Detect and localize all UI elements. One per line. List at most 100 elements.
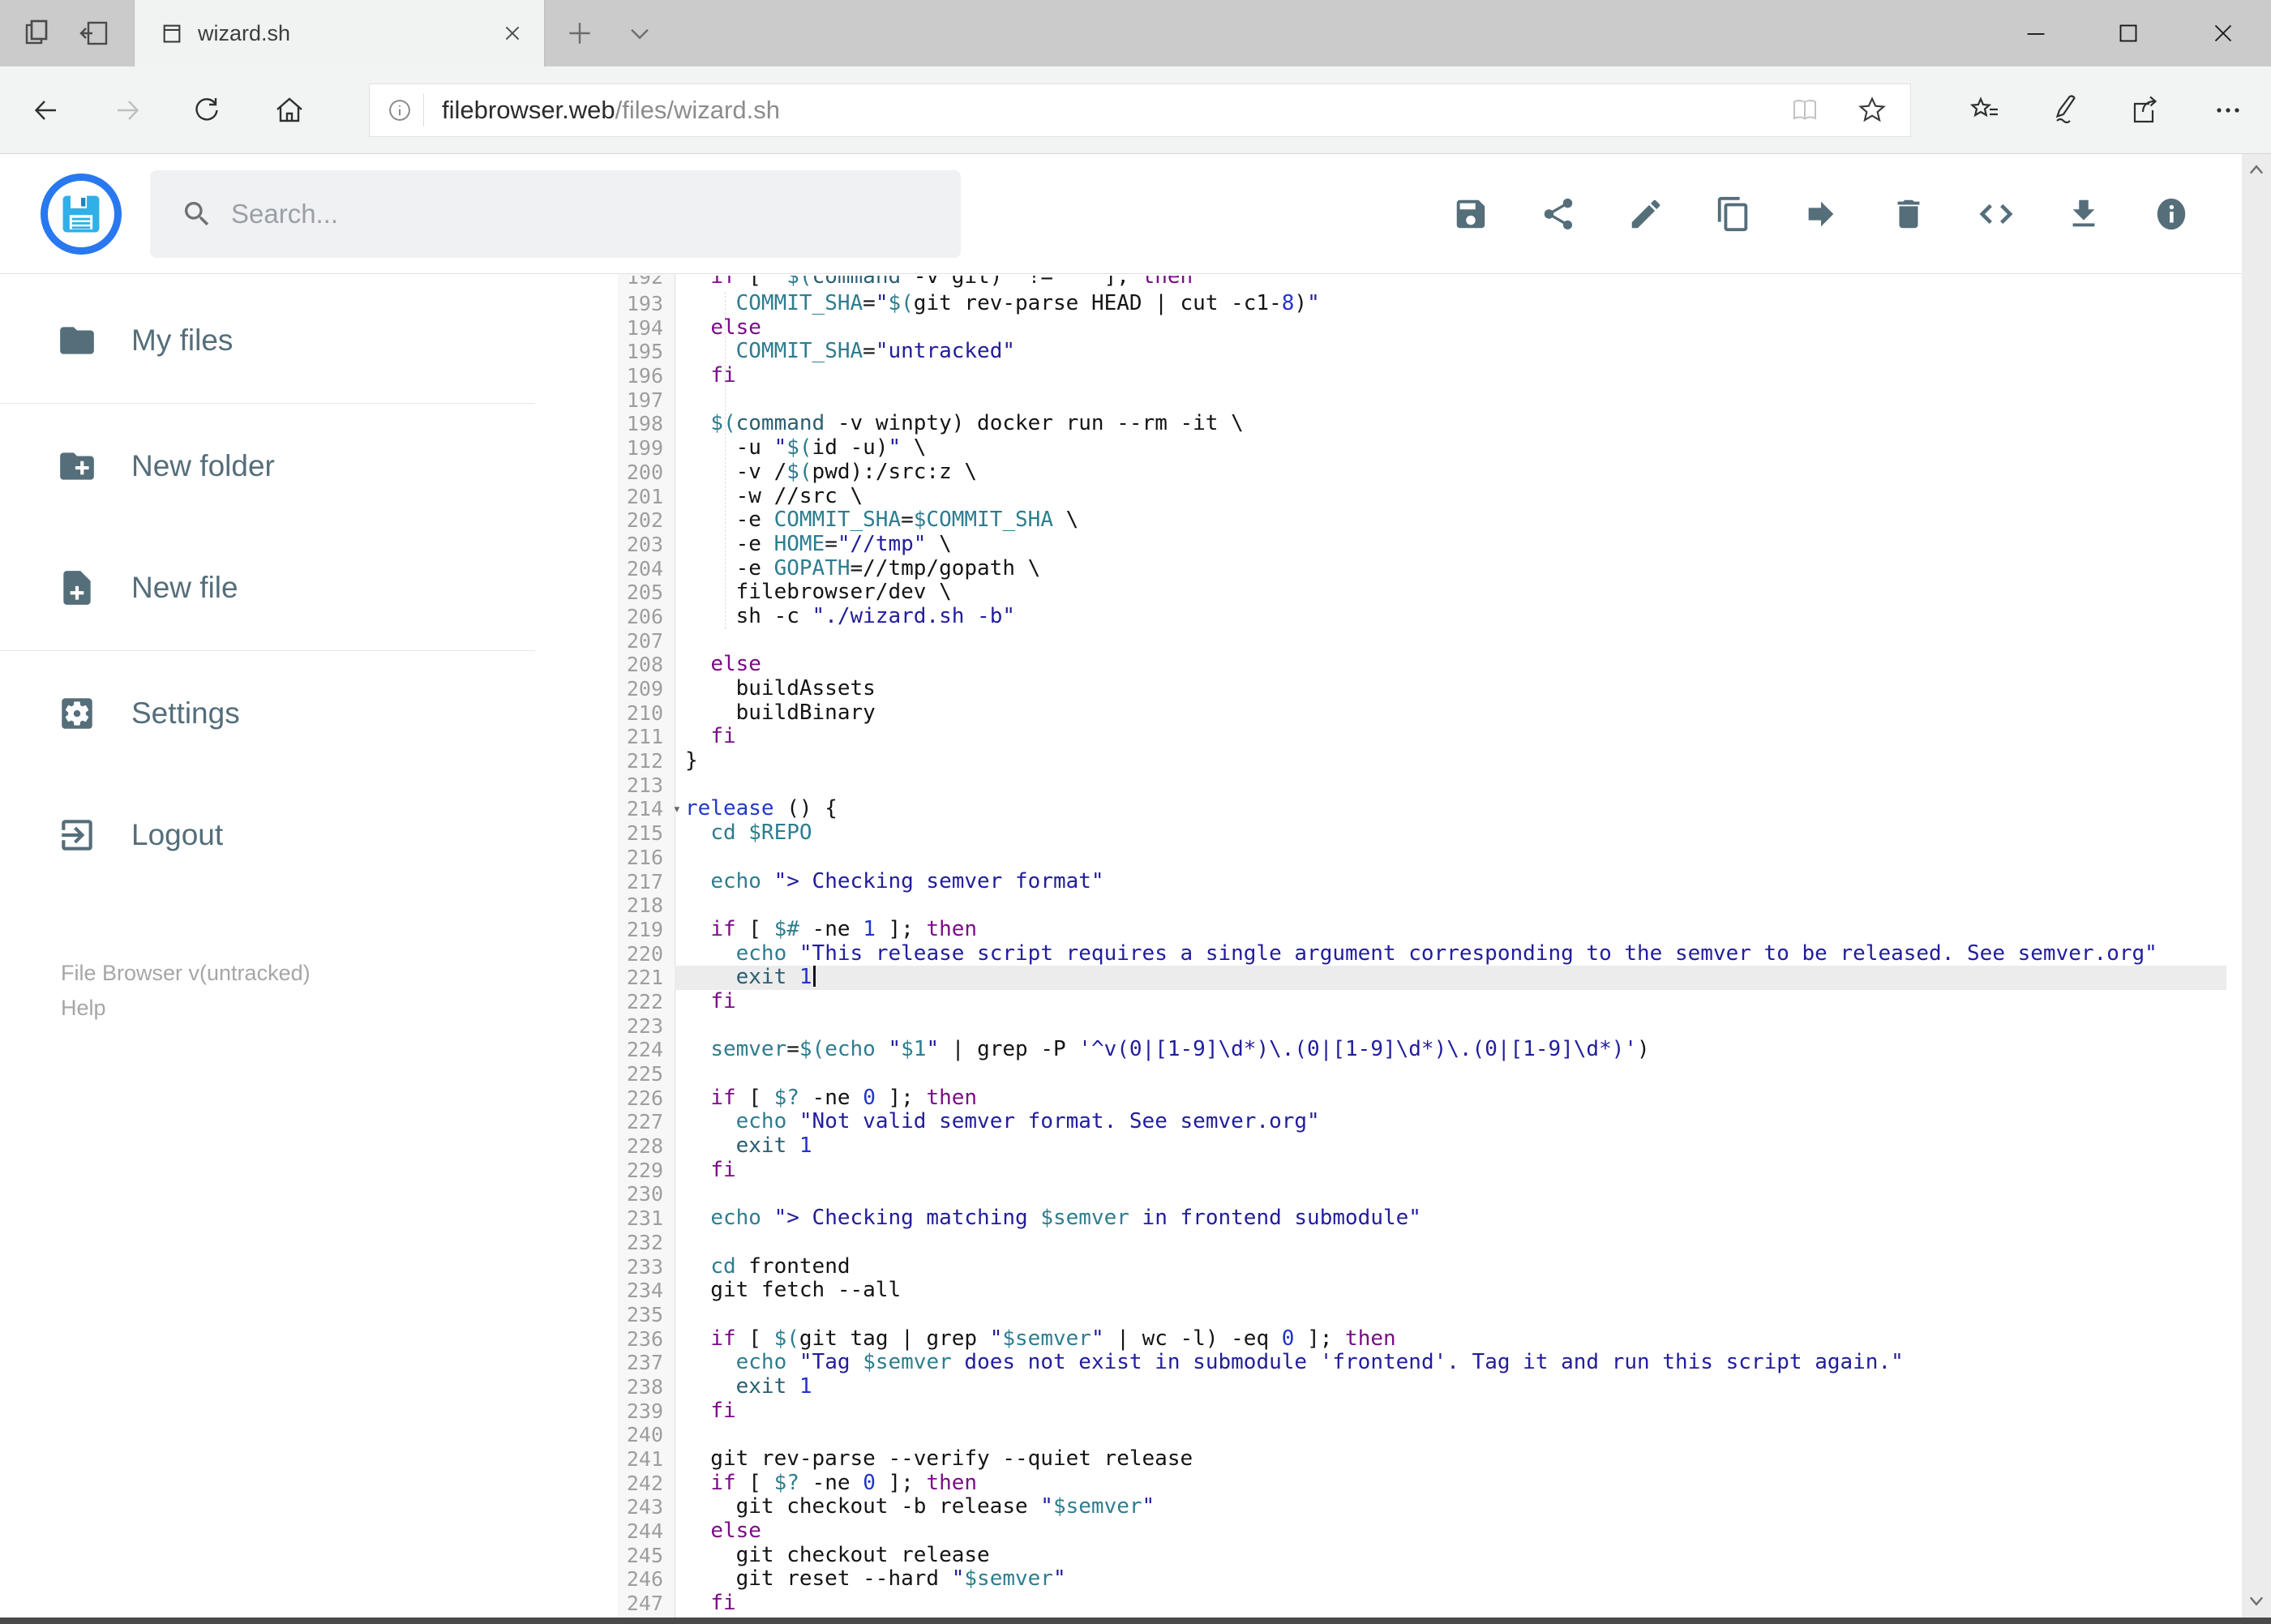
delete-button[interactable] bbox=[1890, 195, 1927, 233]
new-tab-button[interactable] bbox=[561, 15, 598, 52]
share-button[interactable] bbox=[2127, 92, 2162, 128]
code-line[interactable]: 229 fi bbox=[618, 1158, 2226, 1183]
code-line[interactable]: 239 fi bbox=[618, 1399, 2226, 1424]
search-bar[interactable] bbox=[150, 170, 961, 258]
tab-close-icon[interactable] bbox=[502, 23, 523, 44]
code-line[interactable]: 203 -e HOME="//tmp" \ bbox=[618, 532, 2226, 557]
code-line[interactable]: 215 cd $REPO bbox=[618, 821, 2226, 846]
code-line[interactable]: 207 bbox=[618, 629, 2226, 653]
url-text[interactable]: filebrowser.web/files/wizard.sh bbox=[442, 96, 1790, 125]
code-line[interactable]: 194 else bbox=[618, 315, 2226, 341]
code-line[interactable]: 228 exit 1 bbox=[618, 1133, 2226, 1159]
search-input[interactable] bbox=[229, 198, 961, 230]
sidebar-item-new-file[interactable]: New file bbox=[0, 543, 535, 632]
maximize-button[interactable] bbox=[2092, 0, 2165, 66]
code-line[interactable]: 226 if [ $? -ne 0 ]; then bbox=[618, 1086, 2226, 1111]
code-line[interactable]: 230 bbox=[618, 1182, 2226, 1206]
code-line[interactable]: 199 -u "$(id -u)" \ bbox=[618, 435, 2226, 461]
favorite-star-icon[interactable] bbox=[1857, 95, 1888, 126]
code-line[interactable]: 219 if [ $# -ne 1 ]; then bbox=[618, 917, 2226, 942]
code-line[interactable]: 237 echo "Tag $semver does not exist in … bbox=[618, 1350, 2226, 1375]
set-tabs-aside-button[interactable] bbox=[76, 15, 114, 52]
code-line[interactable]: 222 fi bbox=[618, 989, 2226, 1014]
horizontal-scrollbar[interactable] bbox=[0, 1618, 2271, 1624]
vertical-scrollbar[interactable] bbox=[2242, 154, 2271, 1618]
code-line[interactable]: 218 bbox=[618, 893, 2226, 918]
code-line[interactable]: 234 git fetch --all bbox=[618, 1278, 2226, 1303]
sidebar-item-my-files[interactable]: My files bbox=[0, 296, 535, 385]
code-view-button[interactable] bbox=[1977, 195, 2015, 233]
hub-favorites-button[interactable] bbox=[1968, 92, 2003, 128]
code-line[interactable]: 238 exit 1 bbox=[618, 1374, 2226, 1399]
code-line[interactable]: 235 bbox=[618, 1303, 2226, 1327]
code-line[interactable]: 201 -w //src \ bbox=[618, 484, 2226, 509]
move-button[interactable] bbox=[1802, 195, 1840, 233]
forward-button[interactable] bbox=[109, 92, 145, 128]
code-line[interactable]: 211 fi bbox=[618, 725, 2226, 749]
code-line[interactable]: 241 git rev-parse --verify --quiet relea… bbox=[618, 1446, 2226, 1472]
code-line[interactable]: 208 else bbox=[618, 652, 2226, 677]
copy-button[interactable] bbox=[1715, 195, 1752, 233]
code-line[interactable]: 209 buildAssets bbox=[618, 676, 2226, 701]
code-line[interactable]: 202 -e COMMIT_SHA=$COMMIT_SHA \ bbox=[618, 508, 2226, 533]
code-line[interactable]: 246 git reset --hard "$semver" bbox=[618, 1567, 2226, 1592]
more-ellipsis-button[interactable] bbox=[2210, 92, 2246, 128]
share-file-button[interactable] bbox=[1540, 195, 1577, 233]
code-line[interactable]: 213 bbox=[618, 773, 2226, 798]
code-line[interactable]: 196 fi bbox=[618, 363, 2226, 388]
code-line[interactable]: 198 $(command -v winpty) docker run --rm… bbox=[618, 412, 2226, 436]
address-bar[interactable]: filebrowser.web/files/wizard.sh bbox=[369, 84, 1911, 137]
code-line[interactable]: 214 ▾ release () { bbox=[618, 797, 2226, 821]
info-button[interactable] bbox=[2153, 195, 2190, 233]
tab-preview-button[interactable] bbox=[19, 15, 57, 52]
code-line[interactable]: 217 echo "> Checking semver format" bbox=[618, 869, 2226, 894]
scroll-up-icon[interactable] bbox=[2247, 161, 2266, 180]
browser-tab[interactable]: wizard.sh bbox=[134, 0, 545, 66]
code-line[interactable]: 200 -v /$(pwd):/src:z \ bbox=[618, 460, 2226, 485]
web-notes-pen-button[interactable] bbox=[2047, 92, 2083, 128]
home-button[interactable] bbox=[272, 92, 307, 128]
tab-list-chevron-icon[interactable] bbox=[621, 15, 658, 52]
code-editor[interactable]: 192 if [ "$(command -v git)" != "" ]; th… bbox=[535, 274, 2271, 1618]
code-line[interactable]: 205 filebrowser/dev \ bbox=[618, 580, 2226, 605]
code-line[interactable]: 206 sh -c "./wizard.sh -b" bbox=[618, 604, 2226, 629]
back-button[interactable] bbox=[28, 92, 64, 128]
minimize-button[interactable] bbox=[1999, 0, 2072, 66]
code-line[interactable]: 240 bbox=[618, 1423, 2226, 1447]
code-line[interactable]: 192 if [ "$(command -v git)" != "" ]; th… bbox=[618, 276, 2226, 292]
code-line[interactable]: 225 bbox=[618, 1062, 2226, 1086]
code-line[interactable]: 193 COMMIT_SHA="$(git rev-parse HEAD | c… bbox=[618, 291, 2226, 316]
download-button[interactable] bbox=[2065, 195, 2102, 233]
site-info-icon[interactable] bbox=[388, 98, 412, 122]
edit-button[interactable] bbox=[1627, 195, 1665, 233]
code-line[interactable]: 245 git checkout release bbox=[618, 1543, 2226, 1568]
code-line[interactable]: 224 semver=$(echo "$1" | grep -P '^v(0|[… bbox=[618, 1037, 2226, 1062]
close-window-button[interactable] bbox=[2187, 0, 2260, 66]
code-line[interactable]: 243 git checkout -b release "$semver" bbox=[618, 1495, 2226, 1519]
code-line-active[interactable]: 221 exit 1 bbox=[618, 965, 2226, 990]
sidebar-item-settings[interactable]: Settings bbox=[0, 669, 535, 758]
sidebar-item-new-folder[interactable]: New folder bbox=[0, 422, 535, 511]
refresh-button[interactable] bbox=[189, 92, 225, 128]
code-line[interactable]: 231 echo "> Checking matching $semver in… bbox=[618, 1206, 2226, 1231]
code-line[interactable]: 232 bbox=[618, 1231, 2226, 1255]
save-button[interactable] bbox=[1452, 195, 1489, 233]
code-line[interactable]: 220 echo "This release script requires a… bbox=[618, 941, 2226, 966]
scroll-down-icon[interactable] bbox=[2247, 1591, 2266, 1610]
code-line[interactable]: 216 bbox=[618, 846, 2226, 870]
code-line[interactable]: 223 bbox=[618, 1014, 2226, 1039]
code-line[interactable]: 236 if [ $(git tag | grep "$semver" | wc… bbox=[618, 1326, 2226, 1352]
code-line[interactable]: 204 -e GOPATH=//tmp/gopath \ bbox=[618, 556, 2226, 581]
help-link[interactable]: Help bbox=[61, 996, 106, 1021]
fold-arrow-icon[interactable]: ▾ bbox=[673, 798, 681, 822]
code-line[interactable]: 233 cd frontend bbox=[618, 1254, 2226, 1279]
code-line[interactable]: 195 COMMIT_SHA="untracked" bbox=[618, 340, 2226, 364]
code-line[interactable]: 210 buildBinary bbox=[618, 701, 2226, 726]
code-line[interactable]: 242 if [ $? -ne 0 ]; then bbox=[618, 1471, 2226, 1496]
code-line[interactable]: 227 echo "Not valid semver format. See s… bbox=[618, 1110, 2226, 1134]
code-line[interactable]: 244 else bbox=[618, 1519, 2226, 1544]
code-line[interactable]: 247 fi bbox=[618, 1591, 2226, 1616]
code-line[interactable]: 212} bbox=[618, 748, 2226, 773]
sidebar-item-logout[interactable]: Logout bbox=[0, 791, 535, 880]
code-line[interactable]: 197 bbox=[618, 388, 2226, 413]
